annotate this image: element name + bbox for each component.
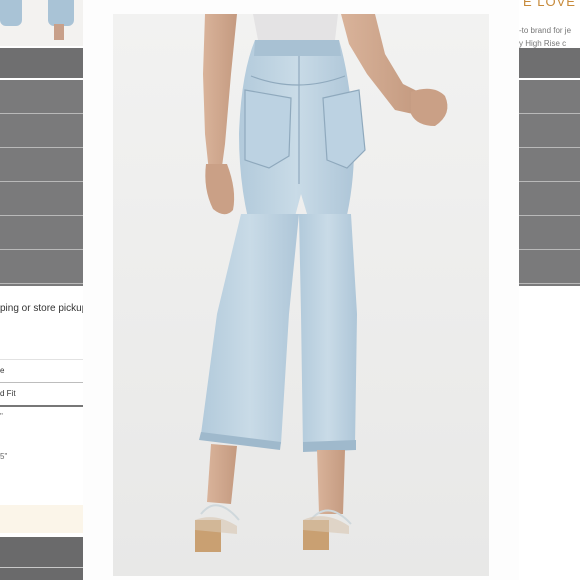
product-thumbnail[interactable] [0,0,83,46]
jeans-photo [113,14,489,576]
list-item[interactable] [0,114,83,148]
product-image[interactable] [113,14,489,576]
measurement-value: 5" [0,452,8,461]
details-list [519,80,580,286]
list-item[interactable] [0,182,83,216]
list-item[interactable] [519,182,580,216]
option-label: d Fit [0,389,16,398]
right-panel: E LOVE IT -to brand for je y High Rise c [519,0,580,580]
list-item[interactable] [519,114,580,148]
list-item[interactable] [0,250,83,284]
section-header-bar [0,48,83,78]
footer-bar [0,537,83,580]
option-label: e [0,366,5,375]
description-text: y High Rise c [519,39,567,48]
measurement-value: " [0,412,3,421]
left-panel: ping or store pickup e d Fit " 5" [0,0,83,580]
option-row[interactable]: e [0,359,83,382]
list-item[interactable] [0,216,83,250]
promo-banner [0,505,83,533]
option-row-selected[interactable]: d Fit [0,382,83,407]
section-heading: E LOVE IT [523,0,580,9]
list-item[interactable] [519,80,580,114]
list-item[interactable] [0,80,83,114]
list-item[interactable] [519,148,580,182]
section-header-bar [519,48,580,78]
description-text: -to brand for je [519,26,572,35]
list-item[interactable] [0,148,83,182]
list-item[interactable] [519,250,580,284]
shipping-text: ping or store pickup [0,303,83,314]
details-list [0,80,83,286]
list-item[interactable] [519,216,580,250]
